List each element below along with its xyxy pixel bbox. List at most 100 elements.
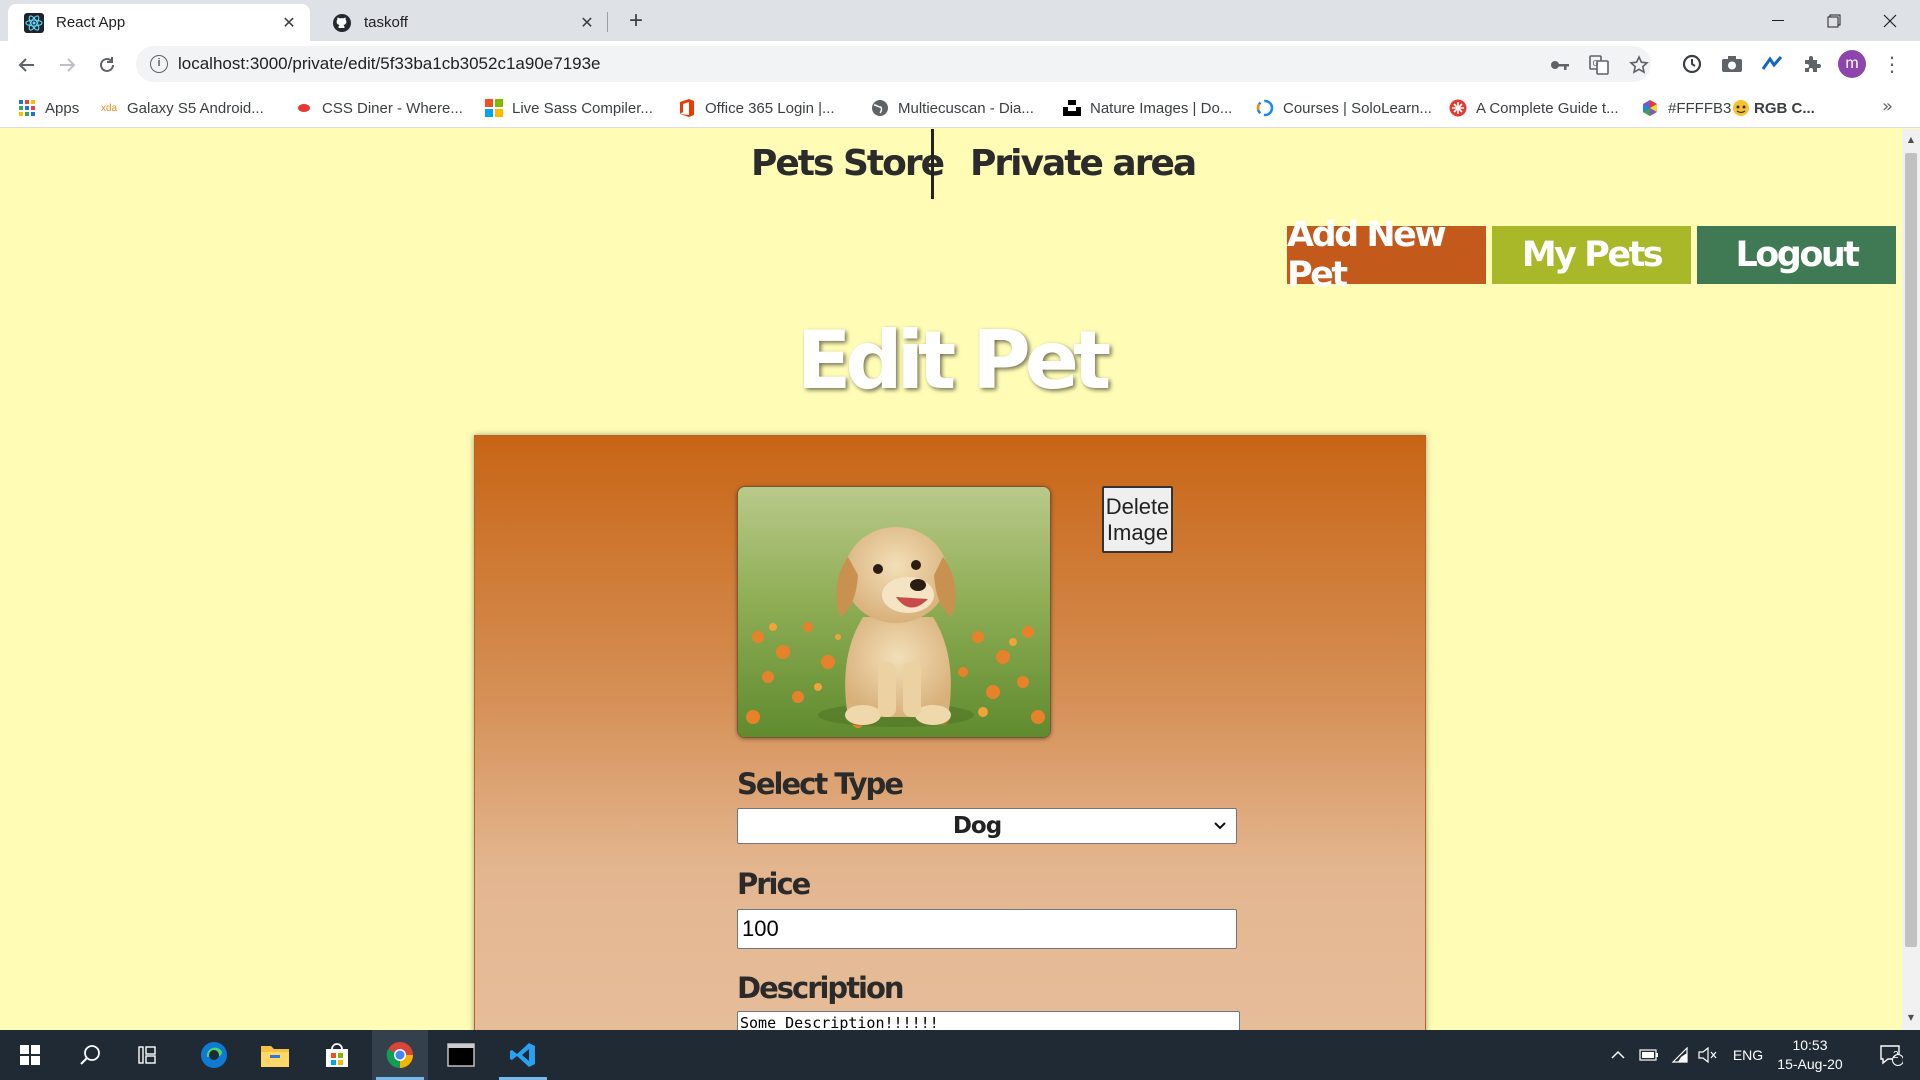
search-icon[interactable] xyxy=(62,1030,118,1080)
my-pets-button[interactable]: My Pets xyxy=(1492,226,1691,284)
bookmark-label: RGB C... xyxy=(1754,99,1815,117)
xda-icon: xda xyxy=(100,102,118,114)
new-tab-button[interactable]: + xyxy=(622,7,650,35)
camera-icon[interactable] xyxy=(1719,51,1745,77)
bookmark-label: Nature Images | Do... xyxy=(1090,99,1233,117)
bookmark-sololearn[interactable]: Courses | SoloLearn... xyxy=(1256,97,1432,119)
office-icon xyxy=(678,99,696,117)
windows-start-icon[interactable] xyxy=(2,1030,58,1080)
notification-center-icon[interactable]: 2 xyxy=(1866,1030,1916,1080)
bookmark-label: A Complete Guide t... xyxy=(1476,99,1619,117)
github-icon xyxy=(332,13,352,33)
scroll-down-icon[interactable]: ▼ xyxy=(1906,1013,1916,1022)
volume-muted-icon[interactable] xyxy=(1695,1030,1721,1080)
bookmark-label: CSS Diner - Where... xyxy=(322,99,463,117)
wifi-icon[interactable] xyxy=(1667,1030,1693,1080)
bookmark-live-sass[interactable]: Live Sass Compiler... xyxy=(485,97,653,119)
description-textarea[interactable]: Some Description!!!!!! xyxy=(737,1011,1240,1030)
translate-icon[interactable]: G xyxy=(1588,54,1610,76)
tab-react-app[interactable]: React App ✕ xyxy=(8,4,310,41)
windows-taskbar: ENG 10:53 15-Aug-20 2 xyxy=(0,1030,1920,1080)
bookmark-label: Apps xyxy=(45,99,80,117)
key-icon[interactable] xyxy=(1549,54,1571,76)
bookmark-multiecuscan[interactable]: Multiecuscan - Dia... xyxy=(871,97,1034,119)
bookmark-complete-guide[interactable]: A Complete Guide t... xyxy=(1449,97,1619,119)
system-clock[interactable]: 10:53 15-Aug-20 xyxy=(1760,1036,1860,1074)
task-view-icon[interactable] xyxy=(122,1030,178,1080)
restore-window-icon[interactable] xyxy=(1806,0,1862,41)
tab-taskoff[interactable]: taskoff ✕ xyxy=(316,4,608,41)
apps-grid-icon xyxy=(18,99,36,117)
bookmark-office-365[interactable]: Office 365 Login |... xyxy=(678,97,835,119)
add-new-pet-button[interactable]: Add New Pet xyxy=(1287,215,1486,295)
type-label: Select Type xyxy=(737,767,904,801)
unsplash-icon xyxy=(1063,99,1081,117)
bookmark-label: #FFFFB3 xyxy=(1668,99,1732,117)
chrome-icon[interactable] xyxy=(372,1030,428,1080)
close-window-icon[interactable] xyxy=(1862,0,1918,41)
price-label: Price xyxy=(737,867,811,901)
rgb-icon xyxy=(1732,99,1750,117)
logout-button[interactable]: Logout xyxy=(1697,226,1896,284)
globe-icon xyxy=(871,99,889,117)
brand-pets-store[interactable]: Pets Store xyxy=(751,143,945,184)
page-viewport: Pets Store Private area Add New Pet My P… xyxy=(0,129,1902,1030)
extensions-puzzle-icon[interactable] xyxy=(1799,51,1825,77)
css-diner-icon xyxy=(295,99,313,117)
scrollbar-thumb[interactable] xyxy=(1905,153,1917,947)
edge-browser-icon[interactable] xyxy=(186,1030,242,1080)
pet-type-select[interactable]: Dog xyxy=(737,808,1237,844)
delete-image-button[interactable]: Delete Image xyxy=(1102,486,1173,553)
extension-wave-icon[interactable] xyxy=(1759,51,1785,77)
site-info-icon[interactable]: i xyxy=(150,55,168,73)
bookmark-label: Live Sass Compiler... xyxy=(512,99,653,117)
browser-toolbar: i localhost:3000/private/edit/5f33ba1cb3… xyxy=(0,41,1920,88)
battery-icon[interactable] xyxy=(1636,1030,1662,1080)
chrome-menu-icon[interactable]: ⋮ xyxy=(1880,50,1904,78)
bookmark-css-diner[interactable]: CSS Diner - Where... xyxy=(295,97,463,119)
terminal-icon[interactable] xyxy=(433,1030,489,1080)
windows-logo-icon xyxy=(485,99,503,117)
chevron-down-icon xyxy=(1212,816,1228,834)
more-bookmarks-icon[interactable]: » xyxy=(1882,96,1893,117)
address-bar[interactable]: i localhost:3000/private/edit/5f33ba1cb3… xyxy=(136,46,1651,82)
svg-text:G: G xyxy=(1593,59,1599,68)
page-title: Edit Pet xyxy=(796,314,1112,407)
forward-arrow-icon[interactable] xyxy=(52,50,82,80)
microsoft-store-icon[interactable] xyxy=(309,1030,365,1080)
back-arrow-icon[interactable] xyxy=(12,50,42,80)
pet-image xyxy=(737,486,1051,738)
site-header: Pets Store Private area xyxy=(0,129,1902,199)
clock-time: 10:53 xyxy=(1792,1037,1828,1053)
bookmark-apps[interactable]: Apps xyxy=(18,97,79,119)
section-private-area[interactable]: Private area xyxy=(970,143,1197,184)
sync-extension-icon[interactable] xyxy=(1679,51,1705,77)
react-icon xyxy=(24,12,44,33)
show-hidden-icons-icon[interactable] xyxy=(1606,1030,1630,1080)
vscode-icon[interactable] xyxy=(495,1030,551,1080)
page-scrollbar[interactable]: ▲ ▼ xyxy=(1902,129,1920,1030)
tab-title: React App xyxy=(56,14,126,31)
url-text[interactable]: localhost:3000/private/edit/5f33ba1cb305… xyxy=(178,54,601,74)
reload-icon[interactable] xyxy=(92,50,122,80)
bookmark-label: Office 365 Login |... xyxy=(705,99,835,117)
clock-date: 15-Aug-20 xyxy=(1777,1056,1843,1072)
header-divider xyxy=(931,129,934,199)
close-tab-icon[interactable]: ✕ xyxy=(578,13,596,33)
bookmark-galaxy-s5[interactable]: xda Galaxy S5 Android... xyxy=(100,97,264,119)
file-explorer-icon[interactable] xyxy=(247,1030,303,1080)
scroll-up-icon[interactable]: ▲ xyxy=(1906,135,1916,144)
bookmark-ffffb3[interactable]: #FFFFB3 xyxy=(1641,97,1731,119)
bookmark-label: Galaxy S5 Android... xyxy=(127,99,264,117)
bookmark-rgb[interactable]: RGB C... xyxy=(1732,97,1815,119)
tab-divider xyxy=(607,12,608,32)
browser-tab-strip: React App ✕ taskoff ✕ + xyxy=(0,0,1920,41)
close-tab-icon[interactable]: ✕ xyxy=(280,13,298,33)
minimize-icon[interactable] xyxy=(1750,0,1806,41)
price-input[interactable]: 100 xyxy=(737,909,1237,949)
bookmark-star-icon[interactable] xyxy=(1628,54,1650,76)
profile-avatar[interactable]: m xyxy=(1838,50,1866,78)
bookmark-nature-images[interactable]: Nature Images | Do... xyxy=(1063,97,1232,119)
tab-title: taskoff xyxy=(364,14,408,31)
bookmarks-bar: Apps xda Galaxy S5 Android... CSS Diner … xyxy=(0,88,1920,128)
